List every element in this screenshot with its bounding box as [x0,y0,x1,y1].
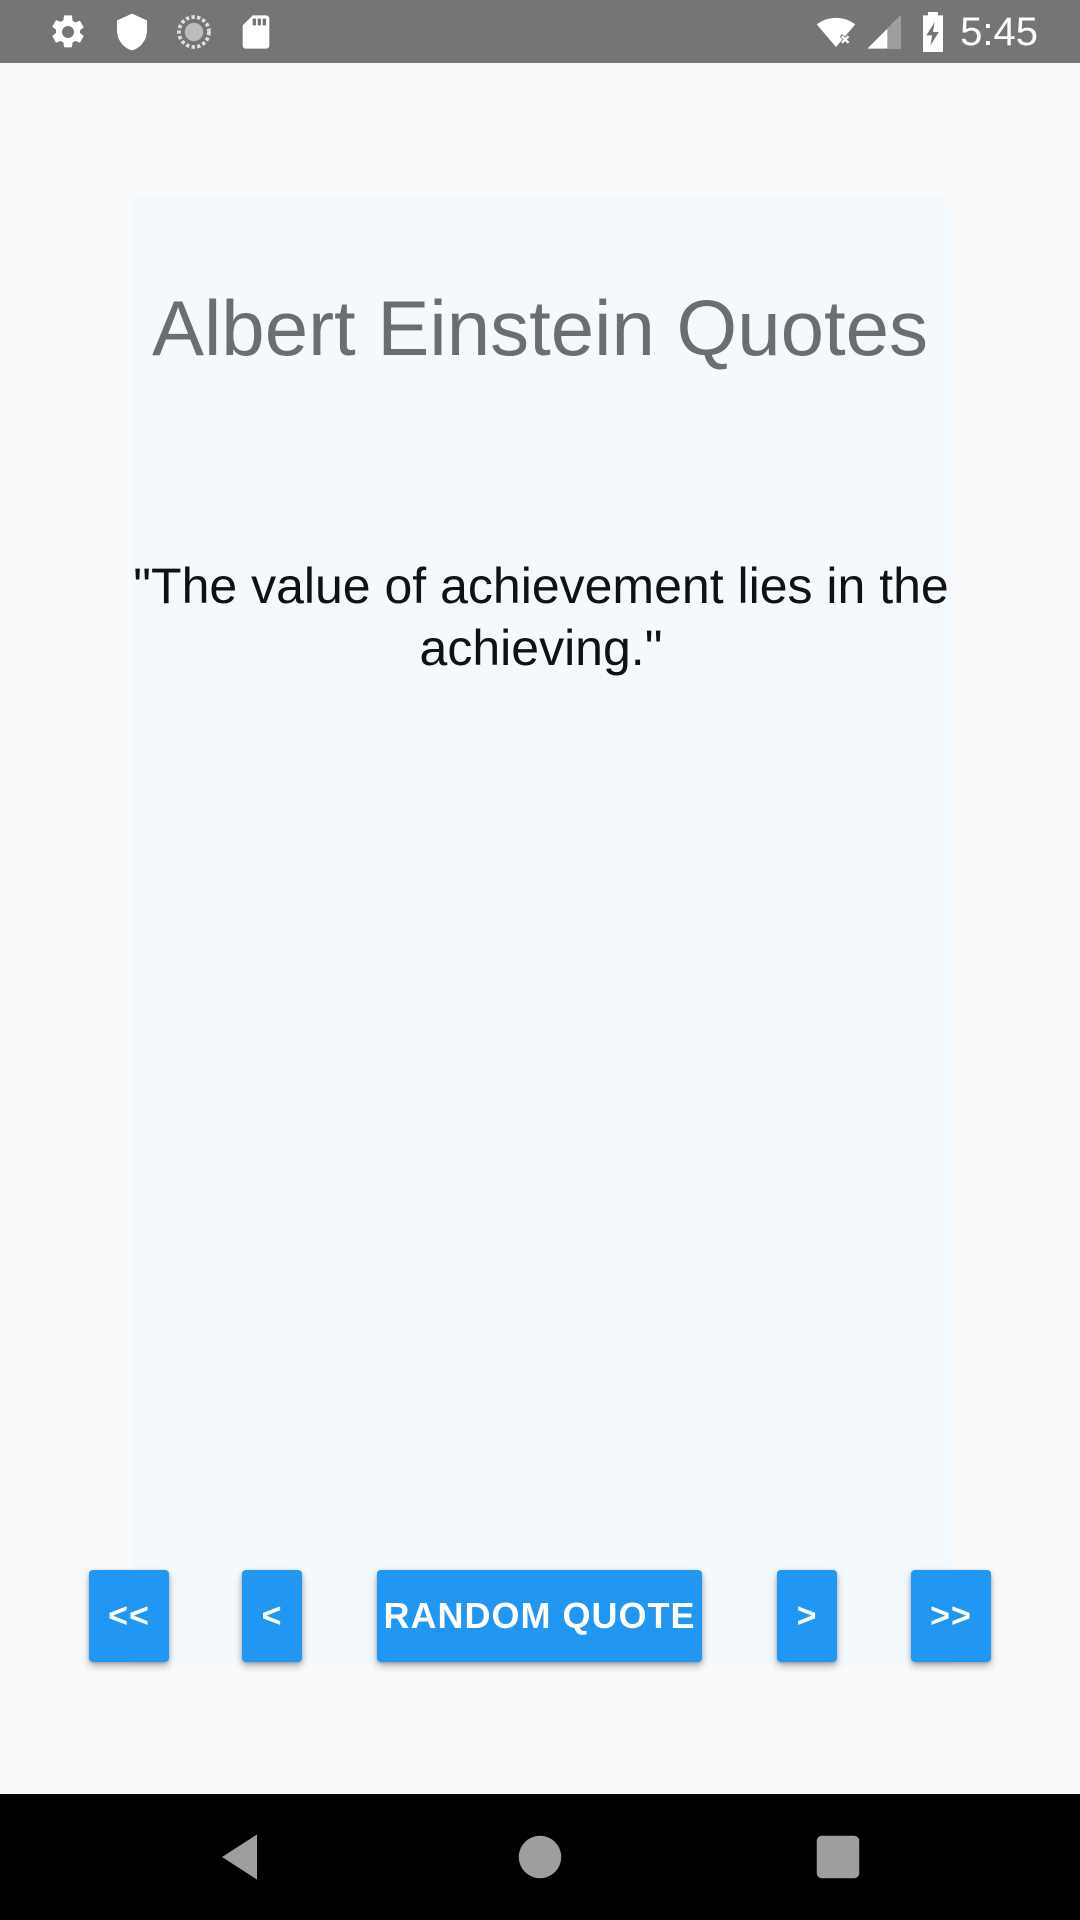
quote-text: "The value of achievement lies in the ac… [133,558,949,676]
wifi-off-icon [816,17,856,47]
random-quote-button[interactable]: RANDOM QUOTE [377,1570,702,1662]
previous-quote-button[interactable]: < [242,1570,302,1662]
page-title: Albert Einstein Quotes [151,284,929,372]
back-icon[interactable] [212,1827,272,1887]
next-quote-button[interactable]: > [777,1570,837,1662]
quote-card [131,195,951,1665]
sync-icon [177,15,211,49]
gear-icon [52,15,84,48]
home-icon[interactable] [510,1827,570,1887]
status-bar: 5:45 [0,0,1080,63]
sd-card-icon [242,15,270,49]
signal-icon [867,15,901,49]
shield-icon [117,13,147,51]
status-time: 5:45 [960,10,1038,54]
first-quote-button[interactable]: << [89,1570,169,1662]
navigation-bar [0,1794,1080,1920]
recents-icon[interactable] [808,1827,868,1887]
last-quote-button[interactable]: >> [911,1570,991,1662]
battery-charging-icon [923,12,943,52]
